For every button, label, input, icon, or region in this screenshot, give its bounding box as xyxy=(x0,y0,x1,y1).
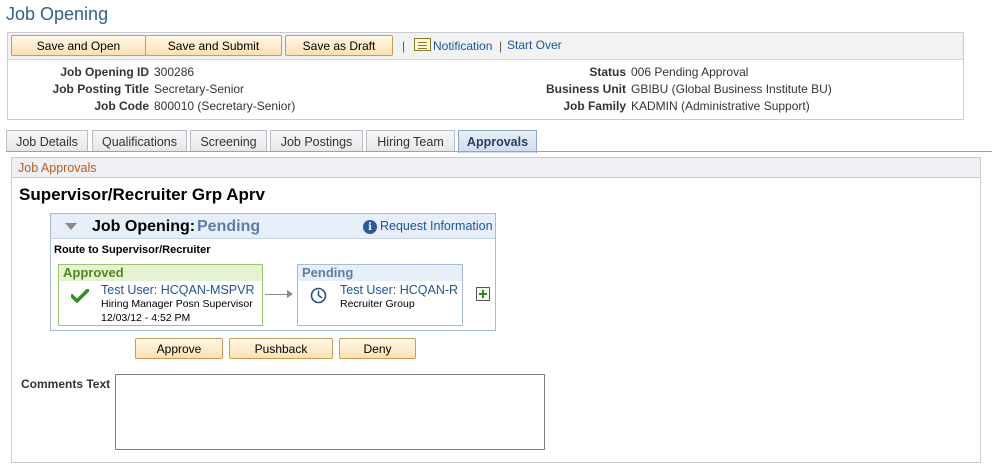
collapse-triangle-icon[interactable] xyxy=(65,223,77,230)
job-opening-id-label: Job Opening ID xyxy=(60,65,149,79)
business-unit-value: GBIBU (Global Business Institute BU) xyxy=(631,82,832,96)
info-icon[interactable]: i xyxy=(363,220,377,234)
job-posting-title-label: Job Posting Title xyxy=(52,82,149,96)
approval-header: Job Opening: Pending i Request Informati… xyxy=(51,214,495,239)
approval-status: Pending xyxy=(197,218,261,235)
job-family-label: Job Family xyxy=(563,99,626,113)
tab-hiring-team[interactable]: Hiring Team xyxy=(366,130,455,152)
approval-box: Job Opening: Pending i Request Informati… xyxy=(50,213,496,331)
tab-screening[interactable]: Screening xyxy=(190,130,267,152)
status-value: 006 Pending Approval xyxy=(631,65,749,79)
deny-button[interactable]: Deny xyxy=(339,338,416,359)
page-title: Job Opening xyxy=(6,4,109,24)
step-user-link[interactable]: Test User: HCQAN-R xyxy=(340,283,458,297)
tab-qualifications[interactable]: Qualifications xyxy=(92,130,187,152)
arrow-right-icon xyxy=(287,290,293,298)
toolbar-separator: | xyxy=(499,39,503,53)
comments-textarea[interactable] xyxy=(115,374,545,450)
job-opening-id-value: 300286 xyxy=(154,65,195,79)
save-and-submit-button[interactable]: Save and Submit xyxy=(145,35,282,56)
request-information-link[interactable]: Request Information xyxy=(380,219,493,233)
route-arrow-line xyxy=(265,294,289,295)
section-header: Job Approvals xyxy=(12,158,980,178)
notification-link[interactable]: Notification xyxy=(433,39,492,53)
toolbar-strip: Save and Open Save and Submit Save as Dr… xyxy=(8,33,963,60)
tab-underline xyxy=(6,151,992,152)
save-as-draft-button[interactable]: Save as Draft xyxy=(285,35,393,56)
job-code-value: 800010 (Secretary-Senior) xyxy=(154,99,296,113)
business-unit-label: Business Unit xyxy=(545,82,626,96)
route-label: Route to Supervisor/Recruiter xyxy=(54,244,211,256)
tab-approvals[interactable]: Approvals xyxy=(458,130,537,153)
step-role: Recruiter Group xyxy=(340,298,415,310)
approve-button[interactable]: Approve xyxy=(135,338,223,359)
step-status: Pending xyxy=(298,265,462,281)
status-label: Status xyxy=(589,65,626,79)
toolbar-separator: | xyxy=(402,39,406,53)
clock-icon xyxy=(310,287,327,304)
approval-step-pending: Pending Test User: HCQAN-R Recruiter Gro… xyxy=(297,264,463,326)
pushback-button[interactable]: Pushback xyxy=(229,338,333,359)
job-family-value: KADMIN (Administrative Support) xyxy=(631,99,810,113)
comments-label: Comments Text xyxy=(21,377,111,391)
step-date: 12/03/12 - 4:52 PM xyxy=(101,312,191,324)
section-title: Job Approvals xyxy=(18,161,97,175)
toolbar-panel: Save and Open Save and Submit Save as Dr… xyxy=(7,32,964,120)
tab-job-details[interactable]: Job Details xyxy=(6,130,88,152)
notification-icon[interactable] xyxy=(414,38,431,51)
job-posting-title-value: Secretary-Senior xyxy=(154,82,245,96)
stage-title: Supervisor/Recruiter Grp Aprv xyxy=(19,185,265,204)
approval-name: Job Opening: xyxy=(92,218,196,235)
tab-job-postings[interactable]: Job Postings xyxy=(270,130,363,152)
step-status: Approved xyxy=(59,265,262,281)
job-code-label: Job Code xyxy=(94,99,149,113)
start-over-link[interactable]: Start Over xyxy=(507,38,562,52)
add-approver-icon[interactable] xyxy=(476,287,490,301)
step-role: Hiring Manager Posn Supervisor xyxy=(101,298,253,310)
save-and-open-button[interactable]: Save and Open xyxy=(11,35,146,56)
approval-step-approved: Approved Test User: HCQAN-MSPVR Hiring M… xyxy=(58,264,263,326)
checkmark-icon xyxy=(71,289,89,303)
step-user-link[interactable]: Test User: HCQAN-MSPVR xyxy=(101,283,255,297)
